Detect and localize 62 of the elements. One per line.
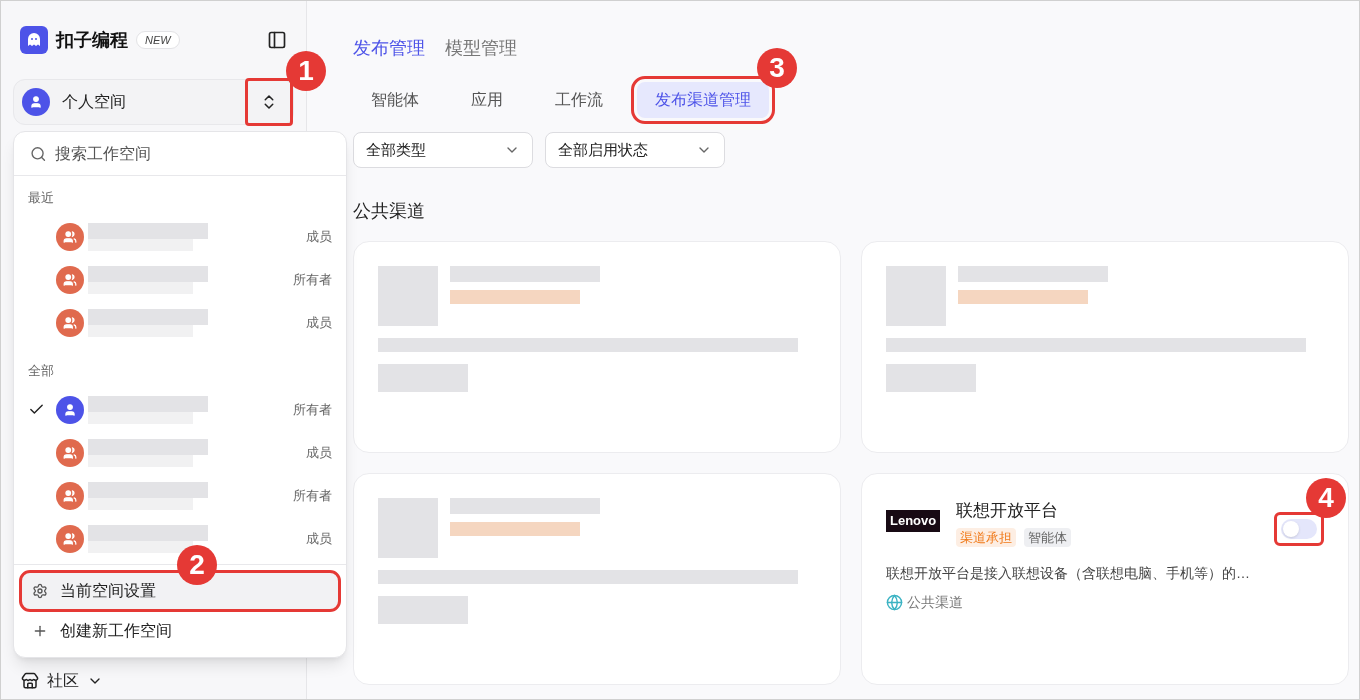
- sidebar-toggle-icon[interactable]: [267, 30, 287, 50]
- settings-icon: [32, 583, 48, 599]
- workspace-item[interactable]: 成员: [14, 215, 346, 259]
- filter-dropdown[interactable]: 全部类型: [353, 132, 533, 168]
- nav-item[interactable]: 社区: [47, 669, 79, 693]
- channel-description: 联想开放平台是接入联想设备（含联想电脑、手机等）的…: [886, 564, 1251, 583]
- section-title: 公共渠道: [353, 200, 426, 223]
- channel-name: 联想开放平台: [956, 500, 1060, 522]
- role-label: 所有者: [293, 400, 332, 419]
- workspace-item[interactable]: 所有者: [14, 474, 346, 517]
- channel-tag: 智能体: [1024, 527, 1072, 547]
- annotation-number: 2: [177, 545, 217, 585]
- channel-card[interactable]: Lenovo 联想开放平台 渠道承担 智能体 4 联想开放平台是接入联想设备（含联想电脑、手机等）的… 公共渠道: [861, 473, 1349, 685]
- role-label: 成员: [306, 529, 332, 548]
- brand-logo: Lenovo: [886, 510, 941, 532]
- team-avatar-icon: [56, 438, 84, 467]
- team-avatar-icon: [56, 223, 84, 251]
- logo-icon: [20, 26, 48, 54]
- store-icon: [21, 672, 39, 690]
- team-avatar-icon: [56, 524, 84, 553]
- search-icon: [30, 144, 47, 163]
- menu-action[interactable]: 当前空间设置: [22, 573, 338, 609]
- toggle-switch[interactable]: [1281, 519, 1317, 539]
- blurred-placeholder: [378, 266, 438, 326]
- workspace-item[interactable]: 成员: [14, 301, 346, 345]
- team-avatar-icon: [56, 266, 84, 294]
- workspace-item[interactable]: 所有者: [14, 388, 346, 431]
- filter-dropdown[interactable]: 全部启用状态: [545, 132, 725, 168]
- channel-tag: 渠道承担: [956, 527, 1017, 547]
- user-avatar-icon: [22, 88, 50, 116]
- annotation-number: 4: [1306, 478, 1346, 518]
- top-tab[interactable]: 发布管理: [353, 35, 425, 62]
- workspace-name: 个人空间: [62, 92, 126, 112]
- role-label: 成员: [306, 228, 332, 247]
- workspace-selector[interactable]: 个人空间: [13, 79, 294, 125]
- workspace-item[interactable]: 成员: [14, 431, 346, 474]
- role-label: 成员: [306, 314, 332, 333]
- blurred-placeholder: [378, 498, 438, 558]
- section-label: 最近: [27, 189, 55, 207]
- workspace-item[interactable]: 所有者: [14, 258, 346, 302]
- sub-tab[interactable]: 智能体: [353, 82, 437, 118]
- role-label: 成员: [306, 443, 332, 462]
- app-name: 扣子编程: [56, 28, 128, 52]
- search-field[interactable]: 搜索工作空间: [54, 138, 330, 169]
- sub-tab[interactable]: 工作流: [537, 82, 621, 118]
- channel-card[interactable]: [353, 241, 841, 453]
- top-tab[interactable]: 模型管理: [445, 35, 517, 62]
- blurred-placeholder: [886, 266, 946, 326]
- role-label: 所有者: [293, 271, 332, 290]
- team-avatar-icon: [56, 481, 84, 510]
- team-avatar-icon: [56, 309, 84, 337]
- channel-scope: 公共渠道: [907, 593, 963, 612]
- annotation-number: 3: [757, 48, 797, 88]
- channel-card[interactable]: [353, 473, 841, 685]
- new-badge: NEW: [136, 30, 180, 50]
- globe-icon: [886, 594, 903, 611]
- channel-card[interactable]: [861, 241, 1349, 453]
- plus-icon: [32, 623, 48, 639]
- sub-tab[interactable]: 应用: [453, 82, 521, 118]
- role-label: 所有者: [293, 486, 332, 505]
- user-avatar-icon: [56, 395, 84, 424]
- section-label: 全部: [27, 361, 55, 380]
